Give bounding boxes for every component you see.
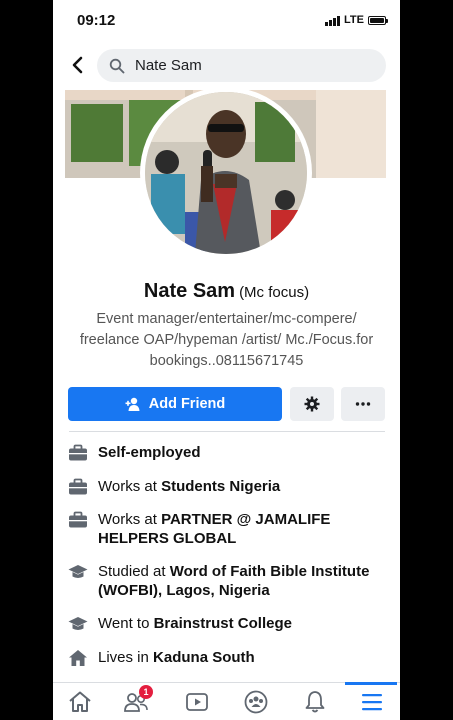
home-icon[interactable] — [67, 689, 93, 715]
briefcase-icon — [69, 478, 87, 495]
info-text: Works at PARTNER @ JAMALIFE HELPERS GLOB… — [98, 511, 331, 547]
more-dots-icon — [355, 402, 371, 406]
info-item-education: Studied at Word of Faith Bible Institute… — [68, 562, 388, 600]
divider — [69, 431, 385, 432]
graduation-cap-icon — [68, 617, 88, 630]
info-text: Lives in Kaduna South — [98, 649, 255, 666]
briefcase-icon — [69, 444, 87, 461]
status-indicators: LTE — [325, 14, 388, 26]
more-options-button[interactable] — [341, 387, 385, 421]
notifications-bell-icon[interactable] — [302, 689, 328, 715]
info-text: Studied at Word of Faith Bible Institute… — [98, 563, 370, 599]
graduation-cap-icon — [68, 565, 88, 578]
search-input[interactable]: Nate Sam — [97, 49, 386, 82]
info-text: Works at Students Nigeria — [98, 478, 281, 495]
groups-icon[interactable] — [243, 689, 269, 715]
workplace-link[interactable]: Students Nigeria — [161, 478, 280, 495]
briefcase-icon — [69, 511, 87, 528]
school-link[interactable]: Brainstrust College — [154, 615, 292, 632]
profile-name-line: Nate Sam (Mc focus) — [53, 280, 400, 303]
info-item-work: Works at Students Nigeria — [68, 477, 388, 496]
status-bar: 09:12 LTE — [53, 0, 400, 42]
menu-icon[interactable] — [359, 689, 385, 715]
info-item-work: Self-employed — [68, 443, 388, 462]
profile-name: Nate Sam — [143, 280, 236, 302]
info-text: Self-employed — [98, 444, 201, 461]
friends-tab[interactable]: 1 — [123, 685, 153, 715]
signal-icon — [325, 15, 341, 26]
info-item-work: Works at PARTNER @ JAMALIFE HELPERS GLOB… — [68, 510, 388, 548]
watch-video-icon[interactable] — [184, 689, 210, 715]
add-friend-label: Add Friend — [148, 396, 226, 412]
back-arrow-icon[interactable] — [67, 54, 89, 76]
search-query: Nate Sam — [135, 57, 202, 74]
profile-picture[interactable] — [140, 87, 312, 259]
active-tab-indicator — [345, 682, 397, 685]
add-person-icon — [125, 397, 140, 411]
network-label: LTE — [344, 14, 364, 26]
profile-nickname: (Mc focus) — [239, 284, 310, 301]
add-friend-button[interactable]: Add Friend — [68, 387, 282, 421]
location-link[interactable]: Kaduna South — [153, 649, 255, 666]
phone-screen: 09:12 LTE Nate Sam Nate Sam (Mc focus) E… — [53, 0, 400, 720]
bottom-nav: 1 — [53, 682, 400, 720]
profile-photo-image — [145, 92, 307, 254]
status-time: 09:12 — [77, 12, 116, 29]
search-icon — [109, 58, 125, 73]
battery-icon — [368, 15, 388, 25]
info-item-location: Lives in Kaduna South — [68, 648, 388, 667]
info-text: Went to Brainstrust College — [98, 615, 292, 632]
gear-icon — [304, 396, 320, 412]
notification-badge: 1 — [139, 685, 153, 699]
search-row: Nate Sam — [53, 47, 400, 85]
info-item-education: Went to Brainstrust College — [68, 614, 388, 633]
house-icon — [69, 650, 87, 666]
profile-bio: Event manager/entertainer/mc-compere/ fr… — [79, 311, 374, 369]
settings-button[interactable] — [290, 387, 334, 421]
